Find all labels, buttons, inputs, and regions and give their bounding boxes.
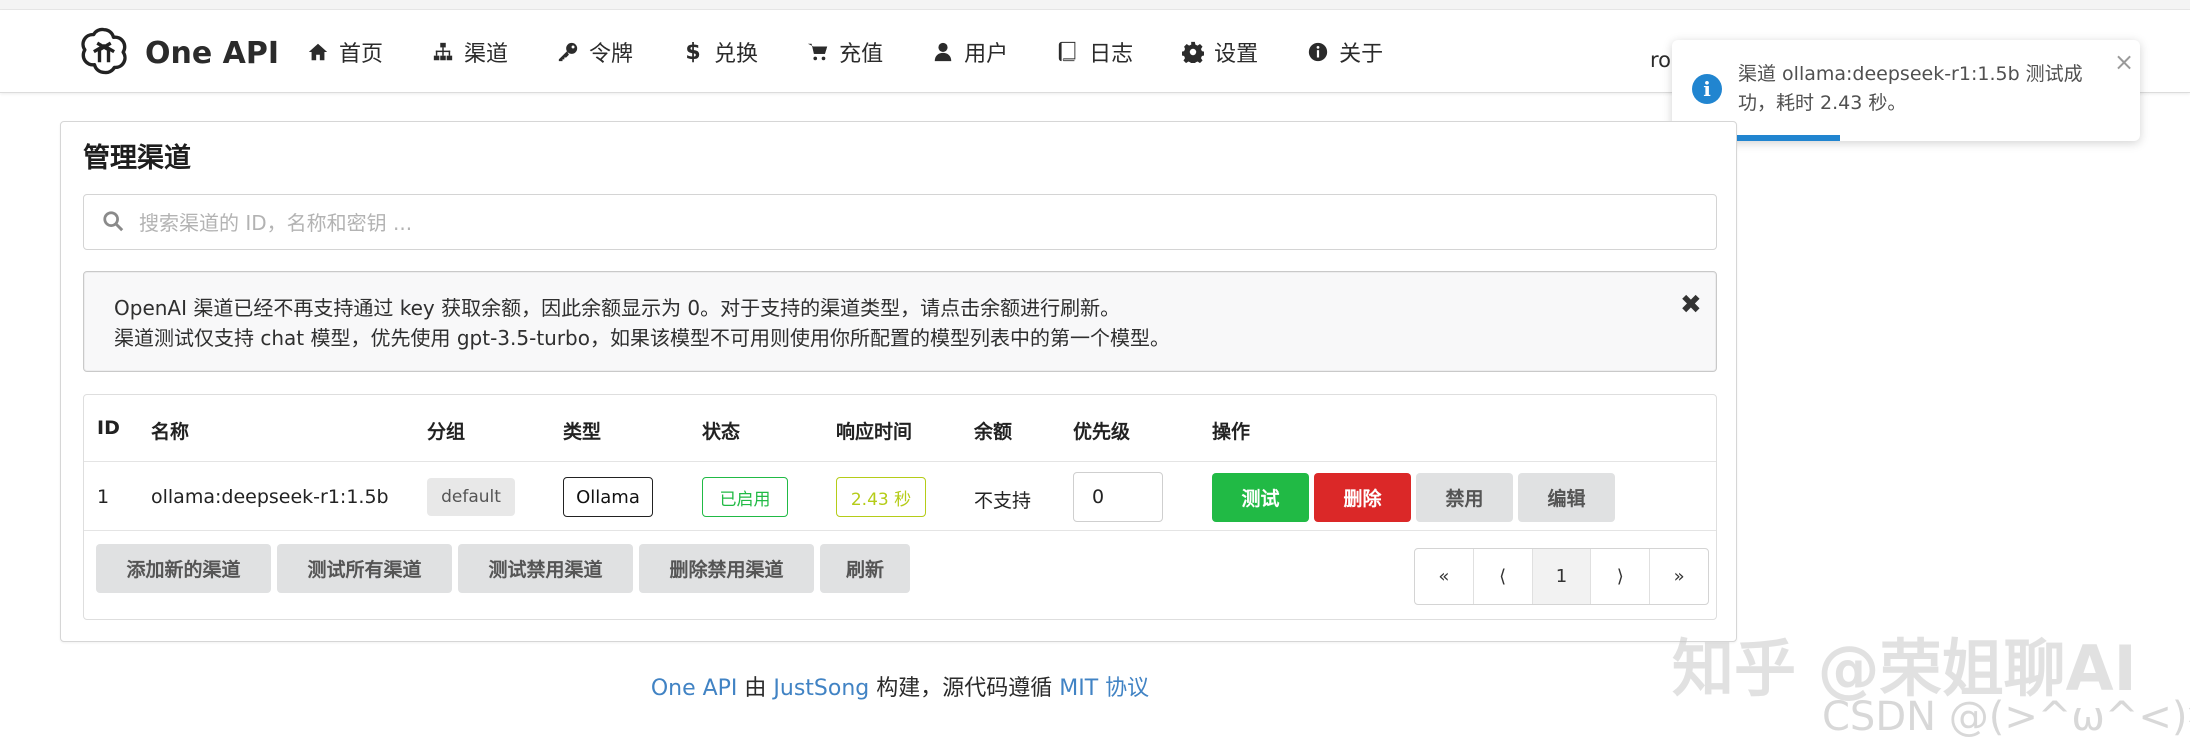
book-icon: [1056, 40, 1080, 64]
nav-label: 关于: [1339, 42, 1384, 67]
cell-balance[interactable]: 不支持: [974, 486, 1031, 513]
pager-prev[interactable]: ⟨: [1474, 549, 1533, 604]
pagination: « ⟨ 1 ⟩ »: [1414, 548, 1709, 605]
page-footer: One API 由 JustSong 构建，源代码遵循 MIT 协议: [0, 670, 1800, 702]
browser-top-strip: [0, 0, 2190, 10]
info-message: OpenAI 渠道已经不再支持通过 key 获取余额，因此余额显示为 0。对于支…: [83, 271, 1717, 372]
home-icon: [306, 40, 330, 64]
dollar-icon: $: [685, 39, 701, 65]
nav-label: 用户: [964, 42, 1009, 67]
nav-settings[interactable]: 设置: [1181, 36, 1258, 68]
col-priority[interactable]: 优先级: [1073, 417, 1130, 444]
nav-label: 渠道: [464, 42, 509, 67]
col-name[interactable]: 名称: [151, 417, 189, 444]
table-header: ID 名称 分组 类型 状态 响应时间 余额 优先级 操作: [84, 395, 1716, 462]
toast-message: 渠道 ollama:deepseek-r1:1.5b 测试成功，耗时 2.43 …: [1738, 63, 2083, 114]
delete-button[interactable]: 删除: [1314, 473, 1411, 522]
nav-label: 兑换: [714, 42, 759, 67]
add-channel-button[interactable]: 添加新的渠道: [96, 544, 271, 593]
col-type[interactable]: 类型: [563, 417, 601, 444]
nav-tokens[interactable]: 令牌: [556, 36, 633, 68]
csdn-watermark: CSDN @(>^ω^<)猫: [1822, 694, 2190, 740]
one-api-link[interactable]: One API: [651, 676, 738, 701]
nav-home[interactable]: 首页: [306, 36, 383, 68]
brand-name: One API: [145, 35, 280, 71]
sitemap-icon: [431, 40, 455, 64]
notice-line-1: OpenAI 渠道已经不再支持通过 key 获取余额，因此余额显示为 0。对于支…: [114, 296, 1121, 320]
nav-label: 日志: [1089, 42, 1134, 67]
user-menu-trigger[interactable]: ro: [1650, 48, 1671, 72]
delete-disabled-channels-button[interactable]: 删除禁用渠道: [639, 544, 814, 593]
col-status[interactable]: 状态: [702, 417, 740, 444]
nav-about[interactable]: 关于: [1306, 36, 1383, 68]
col-actions: 操作: [1212, 421, 1251, 443]
nav-label: 充值: [839, 42, 884, 67]
nav-users[interactable]: 用户: [931, 36, 1008, 68]
table-row: 1 ollama:deepseek-r1:1.5b default Ollama…: [84, 463, 1716, 531]
table-footer: 添加新的渠道 测试所有渠道 测试禁用渠道 删除禁用渠道 刷新 « ⟨ 1 ⟩ »: [84, 532, 1716, 620]
col-id[interactable]: ID: [97, 417, 120, 439]
nav-logs[interactable]: 日志: [1056, 36, 1133, 68]
info-circle-icon: i: [1692, 74, 1722, 104]
license-link[interactable]: MIT 协议: [1059, 676, 1149, 701]
author-link[interactable]: JustSong: [773, 676, 869, 701]
col-group[interactable]: 分组: [427, 417, 465, 444]
pager-next[interactable]: ⟩: [1591, 549, 1651, 604]
key-icon: [556, 40, 580, 64]
pager-last[interactable]: »: [1650, 549, 1708, 604]
user-icon: [931, 40, 955, 64]
footer-text-by: 由: [737, 676, 774, 701]
nav-channels[interactable]: 渠道: [431, 36, 508, 68]
nav-label: 首页: [339, 42, 384, 67]
test-button[interactable]: 测试: [1212, 473, 1309, 522]
nav-topup[interactable]: 充值: [806, 36, 883, 68]
group-label: default: [427, 478, 515, 516]
pager-page-1[interactable]: 1: [1532, 549, 1592, 604]
type-label: Ollama: [563, 477, 653, 517]
cart-icon: [806, 40, 830, 64]
search-box: [83, 194, 1717, 250]
pager-first[interactable]: «: [1415, 549, 1474, 604]
disable-button[interactable]: 禁用: [1416, 473, 1513, 522]
notice-close-icon[interactable]: ✖: [1680, 290, 1702, 320]
cell-name: ollama:deepseek-r1:1.5b: [151, 486, 389, 508]
main-nav: 首页 渠道 令牌 $ 兑换 充值 用户 日志 设置 关于: [306, 34, 1431, 70]
gear-icon: [1181, 40, 1205, 64]
response-time-badge[interactable]: 2.43 秒: [836, 477, 926, 517]
footer-text-built: 构建，源代码遵循: [869, 676, 1060, 701]
cell-id: 1: [97, 486, 110, 508]
notice-line-2: 渠道测试仅支持 chat 模型，优先使用 gpt-3.5-turbo，如果该模型…: [114, 326, 1170, 350]
info-icon: [1306, 40, 1330, 64]
nav-label: 令牌: [589, 42, 634, 67]
nav-redeem[interactable]: $ 兑换: [681, 36, 758, 68]
toast-close-button[interactable]: ×: [2114, 48, 2134, 76]
status-badge: 已启用: [702, 477, 788, 517]
channels-card: 管理渠道 OpenAI 渠道已经不再支持通过 key 获取余额，因此余额显示为 …: [60, 121, 1737, 642]
test-disabled-channels-button[interactable]: 测试禁用渠道: [458, 544, 633, 593]
col-response-time[interactable]: 响应时间: [836, 417, 912, 444]
channels-table: ID 名称 分组 类型 状态 响应时间 余额 优先级 操作 1 ollama:d…: [83, 394, 1717, 620]
search-icon: [102, 210, 128, 236]
openai-logo-icon: [77, 24, 131, 82]
toast-notification: i 渠道 ollama:deepseek-r1:1.5b 测试成功，耗时 2.4…: [1672, 40, 2140, 141]
search-input[interactable]: [139, 203, 1699, 243]
refresh-button[interactable]: 刷新: [820, 544, 910, 593]
nav-label: 设置: [1214, 42, 1259, 67]
page-title: 管理渠道: [83, 143, 191, 174]
test-all-channels-button[interactable]: 测试所有渠道: [277, 544, 452, 593]
brand-logo-link[interactable]: One API: [77, 24, 279, 82]
edit-button[interactable]: 编辑: [1518, 473, 1615, 522]
col-balance[interactable]: 余额: [974, 417, 1012, 444]
priority-input[interactable]: [1073, 472, 1163, 522]
